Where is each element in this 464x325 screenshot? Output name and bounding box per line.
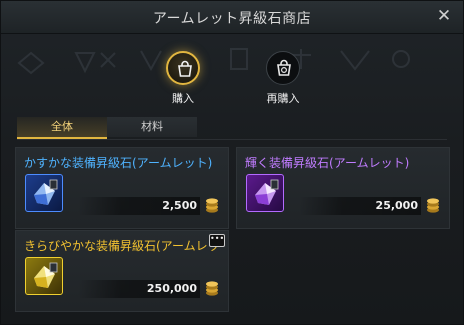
rebuy-bag-icon bbox=[266, 51, 300, 85]
blue-upgrade-stone-icon bbox=[25, 174, 63, 212]
item-price: 2,500 bbox=[162, 199, 197, 212]
category-tabs: 全体 材料 bbox=[17, 117, 447, 140]
window-title: アームレット昇級石商店 bbox=[152, 11, 312, 27]
shop-item-card[interactable]: 輝く装備昇級石(アームレット) 25,000 bbox=[236, 147, 450, 229]
shop-item-card[interactable]: きらびやかな装備昇級石(アームレッ ••• 250,000 bbox=[15, 230, 229, 312]
shop-item-card[interactable]: かすかな装備昇級石(アームレット) 2,500 bbox=[15, 147, 229, 229]
item-name: かすかな装備昇級石(アームレット) bbox=[24, 156, 213, 170]
tab-all-label: 全体 bbox=[51, 120, 73, 133]
item-name: 輝く装備昇級石(アームレット) bbox=[245, 156, 410, 170]
title-bar: アームレット昇級石商店 ✕ bbox=[1, 1, 463, 34]
item-price: 25,000 bbox=[375, 199, 418, 212]
active-tab-indicator bbox=[17, 137, 107, 139]
background-pattern bbox=[17, 48, 410, 75]
item-name: きらびやかな装備昇級石(アームレッ bbox=[24, 239, 220, 253]
item-price: 250,000 bbox=[146, 282, 197, 295]
shop-window: アームレット昇級石商店 ✕ 購入 再購入 全体 材料 かすかな装備昇級石(アーム… bbox=[0, 0, 464, 325]
gold-upgrade-stone-icon bbox=[25, 257, 63, 295]
tab-materials[interactable]: 材料 bbox=[107, 117, 197, 137]
gold-coin-icon bbox=[206, 281, 218, 296]
more-options-button[interactable]: ••• bbox=[209, 234, 225, 247]
mode-rebuy-tab[interactable]: 再購入 bbox=[253, 51, 313, 106]
tab-all[interactable]: 全体 bbox=[17, 117, 107, 139]
purple-upgrade-stone-icon bbox=[246, 174, 284, 212]
mode-buy-label: 購入 bbox=[172, 92, 194, 105]
mode-buy-tab[interactable]: 購入 bbox=[153, 51, 213, 106]
tab-materials-label: 材料 bbox=[141, 120, 163, 133]
shopping-bag-icon bbox=[166, 51, 200, 85]
gold-coin-icon bbox=[206, 198, 218, 213]
gold-coin-icon bbox=[427, 198, 439, 213]
mode-rebuy-label: 再購入 bbox=[266, 92, 300, 105]
close-icon[interactable]: ✕ bbox=[435, 7, 453, 25]
